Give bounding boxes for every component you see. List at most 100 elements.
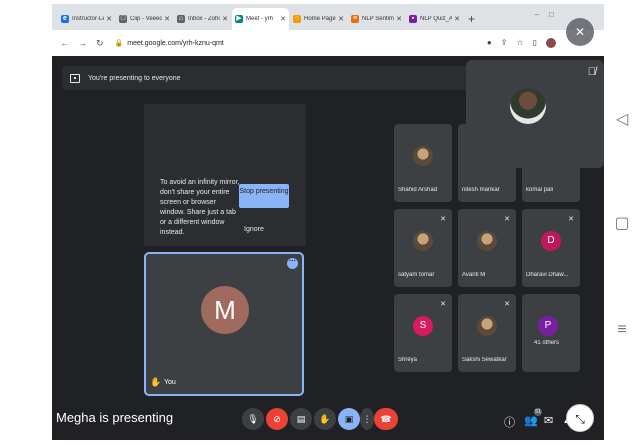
browser-tab[interactable]: ▪NLP Quiz_Ans✕ <box>406 8 463 30</box>
captions-button[interactable]: ▤ <box>290 408 312 430</box>
reload-icon[interactable]: ↻ <box>96 38 104 49</box>
tab-favicon: e <box>61 15 69 23</box>
microphone-button[interactable]: 🎙 <box>242 408 264 430</box>
avatar <box>477 316 497 336</box>
mic-off-icon: ✕ <box>440 301 446 308</box>
participant-name: Shreya <box>398 357 418 363</box>
presenter-status: Megha is presenting <box>56 410 174 425</box>
participant-name: komal pali <box>526 187 554 193</box>
bookmark-star-icon[interactable]: ☆ <box>516 38 523 48</box>
browser-toolbar: ← → ↻ 🔒 meet.google.com/yrh-kznu-qmt ● ⇪… <box>52 30 604 56</box>
participant-name: Shahid Arshad <box>398 187 438 193</box>
window-controls[interactable]: –□ <box>535 10 564 19</box>
tab-label: NLP Sentime <box>362 16 395 22</box>
tablet-device: eInstructor-Led✕ □Clip - Veeeob✕ ⌂Inbox … <box>0 0 640 445</box>
infinity-mirror-warning: To avoid an infinity mirror, don't share… <box>160 179 240 236</box>
meeting-info-icon[interactable]: ⓘ <box>504 414 515 430</box>
avatar: D <box>541 231 561 251</box>
share-icon[interactable]: ⇪ <box>501 38 508 48</box>
browser-tab[interactable]: ⌂ Inbox - Zoho ✕ <box>174 8 231 30</box>
participant-name: Dharavi Dhaw... <box>526 272 569 278</box>
participant-name: satyam tomar <box>398 272 435 278</box>
stop-presenting-button[interactable]: Stop presenting <box>239 184 289 208</box>
participant-name: nitesh mankar <box>462 187 500 193</box>
close-tab-icon[interactable]: ✕ <box>164 15 170 23</box>
raise-hand-button[interactable]: ✋ <box>314 408 336 430</box>
presenter-pip-tile[interactable]: 🎙̸ <box>466 60 604 168</box>
tab-label: Instructor-Led <box>72 16 104 22</box>
back-icon[interactable]: ← <box>60 38 69 48</box>
close-tab-icon[interactable]: ✕ <box>396 15 402 23</box>
tab-label: Meet - yrh <box>246 16 274 22</box>
present-button[interactable]: ▣ <box>338 408 360 430</box>
minimize-icon[interactable]: – <box>535 10 549 19</box>
forward-icon[interactable]: → <box>78 38 87 48</box>
android-navigation-bar: ◁ ▢ ≡ <box>604 0 640 445</box>
recents-nav-icon[interactable]: ≡ <box>612 322 632 338</box>
ignore-button[interactable]: Ignore <box>244 226 264 233</box>
participant-tile[interactable]: ✕ Sakshi Sewatkar <box>458 294 516 372</box>
more-options-button[interactable]: ⋮ <box>360 408 374 430</box>
toolbar-actions: ● ⇪ ☆ ▯ <box>487 38 556 48</box>
tab-label: NLP Quiz_Ans <box>420 16 453 22</box>
browser-tab-active[interactable]: ▶ Meet - yrh ✕ <box>232 8 289 30</box>
browser-tab[interactable]: ○ Home Page ✕ <box>290 8 347 30</box>
tab-favicon: ▪ <box>409 15 417 23</box>
close-tab-icon[interactable]: ✕ <box>106 15 112 23</box>
tab-favicon: □ <box>119 15 127 23</box>
browser-tab[interactable]: eInstructor-Led✕ <box>58 8 115 30</box>
browser-screen: eInstructor-Led✕ □Clip - Veeeob✕ ⌂Inbox … <box>52 4 604 440</box>
presentation-preview: To avoid an infinity mirror, don't share… <box>144 104 306 246</box>
close-tab-icon[interactable]: ✕ <box>222 15 228 23</box>
avatar: S <box>413 316 433 336</box>
tab-label: Clip - Veeeob <box>130 16 163 22</box>
maximize-icon[interactable]: □ <box>549 10 564 19</box>
profile-avatar[interactable] <box>546 38 556 48</box>
participant-name: Sakshi Sewatkar <box>462 357 507 363</box>
floating-mic-off-icon[interactable]: ✕ <box>566 18 594 46</box>
more-options-icon[interactable]: ··· <box>287 258 298 269</box>
close-tab-icon[interactable]: ✕ <box>280 15 286 23</box>
raise-hand-icon: ✋ <box>150 377 162 387</box>
self-video-tile[interactable]: M ··· ✋ You <box>144 252 304 396</box>
camera-off-button[interactable]: ⊘ <box>266 408 288 430</box>
people-icon[interactable]: 👥 <box>524 414 538 427</box>
avatar: P <box>538 316 558 336</box>
leave-call-button[interactable]: ☎ <box>374 408 398 430</box>
lock-icon: 🔒 <box>114 40 124 47</box>
present-screen-icon <box>70 73 80 83</box>
participant-tile[interactable]: ✕ satyam tomar <box>394 209 452 287</box>
meeting-control-bar: Megha is presenting 🎙 ⊘ ▤ ✋ ▣ ⋮ ☎ ⓘ 👥 ✉ … <box>52 402 604 440</box>
avatar <box>510 88 546 124</box>
tab-favicon: ▶ <box>235 15 243 23</box>
others-tile[interactable]: P 41 others <box>522 294 580 372</box>
close-tab-icon[interactable]: ✕ <box>338 15 344 23</box>
participant-count-badge: 51 <box>534 408 542 416</box>
tab-favicon: ○ <box>293 15 301 23</box>
mic-off-icon: ✕ <box>568 216 574 223</box>
camera-icon[interactable]: ● <box>487 38 492 48</box>
home-nav-icon[interactable]: ▢ <box>612 216 632 232</box>
participant-tile[interactable]: ✕ Avanti M <box>458 209 516 287</box>
mic-off-icon: 🎙̸ <box>587 66 596 78</box>
presenting-banner: You're presenting to everyone <box>62 66 492 90</box>
avatar <box>413 146 433 166</box>
self-label: You <box>164 379 176 386</box>
tab-label: Home Page <box>304 16 336 22</box>
collapse-icon[interactable]: ⤡ <box>566 404 594 432</box>
address-bar[interactable]: 🔒 meet.google.com/yrh-kznu-qmt <box>114 39 224 48</box>
close-tab-icon[interactable]: ✕ <box>454 15 460 23</box>
side-panel-icon[interactable]: ▯ <box>533 38 537 48</box>
avatar <box>413 231 433 251</box>
browser-tab[interactable]: ≡ NLP Sentime ✕ <box>348 8 405 30</box>
new-tab-button[interactable]: + <box>468 8 475 30</box>
participant-tile[interactable]: Shahid Arshad <box>394 124 452 202</box>
chat-icon[interactable]: ✉ <box>544 414 553 427</box>
participant-tile[interactable]: ✕ S Shreya <box>394 294 452 372</box>
participant-name: Avanti M <box>462 272 486 278</box>
browser-tab[interactable]: □Clip - Veeeob✕ <box>116 8 173 30</box>
browser-tab-bar: eInstructor-Led✕ □Clip - Veeeob✕ ⌂Inbox … <box>52 4 604 30</box>
banner-text: You're presenting to everyone <box>88 74 181 82</box>
back-nav-icon[interactable]: ◁ <box>612 112 632 128</box>
participant-tile[interactable]: ✕ D Dharavi Dhaw... <box>522 209 580 287</box>
